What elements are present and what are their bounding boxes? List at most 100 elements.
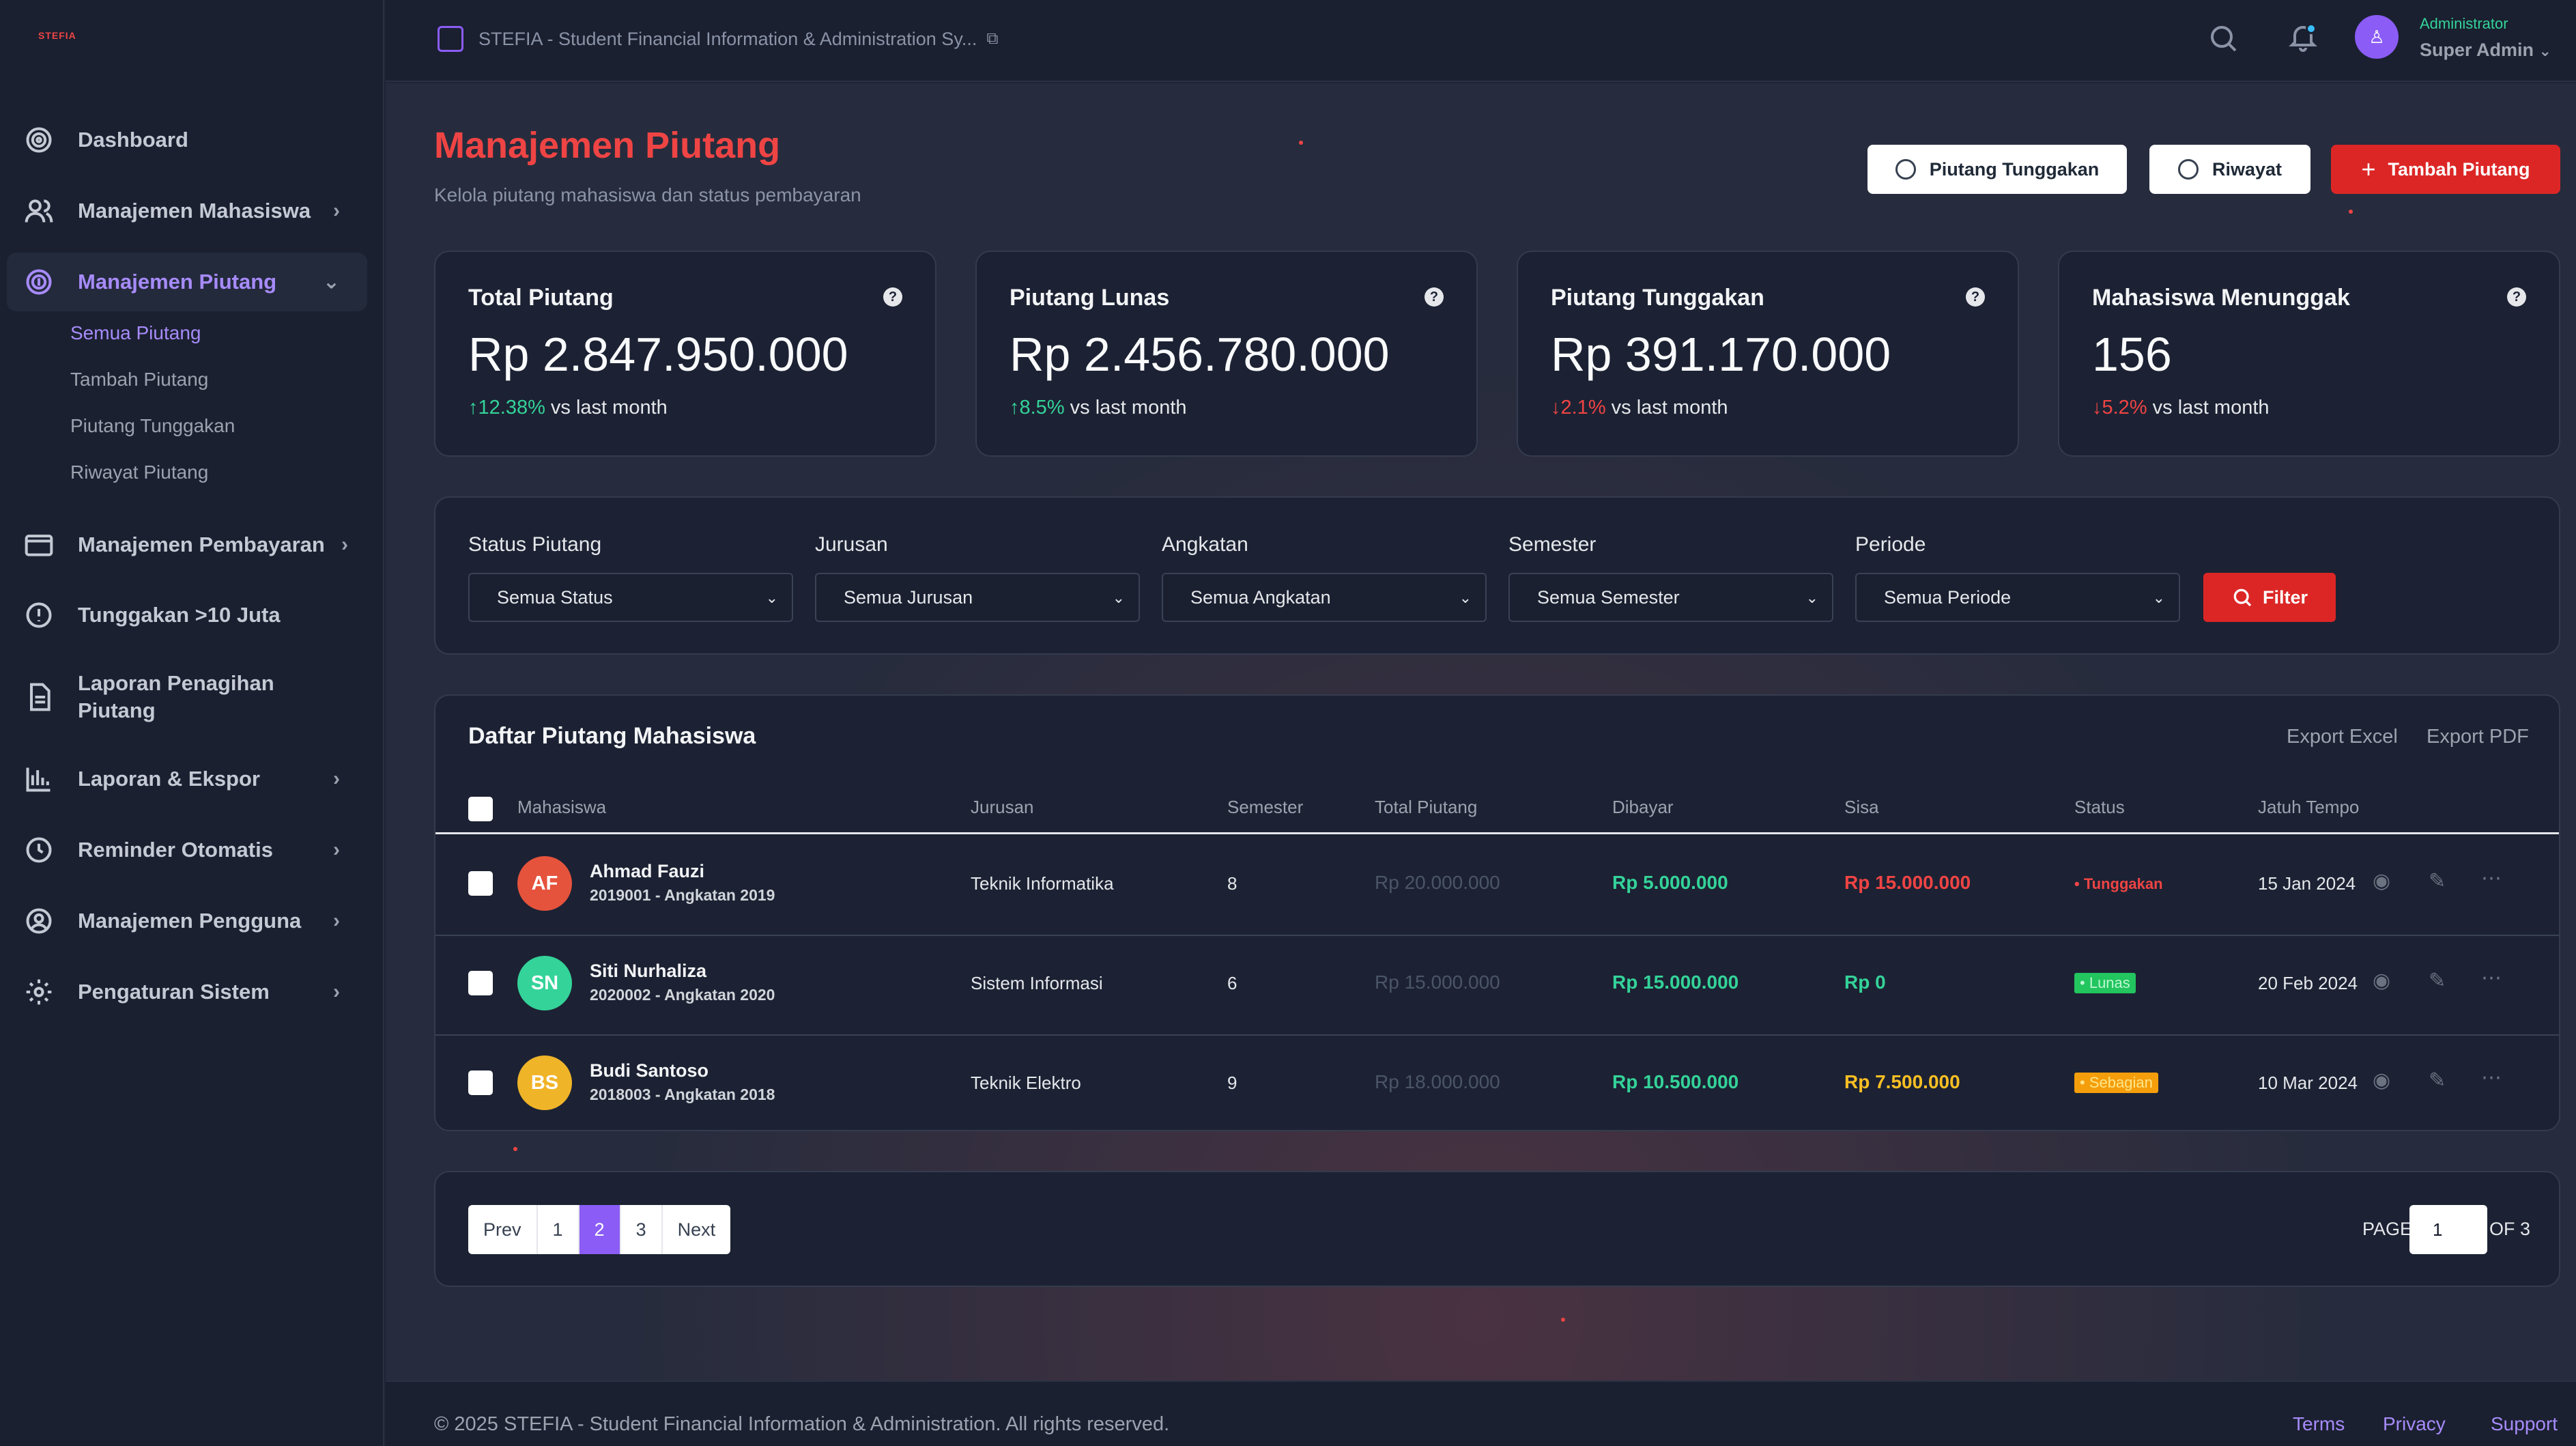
select-value: Semua Periode — [1884, 586, 2012, 608]
sidebar-item-label: Tunggakan >10 Juta — [78, 603, 281, 627]
sidebar-subitem-piutang-tunggakan[interactable]: Piutang Tunggakan — [70, 415, 235, 437]
select-value: Semua Status — [497, 586, 613, 608]
more-icon[interactable]: ⋯ — [2481, 866, 2502, 890]
select-all-checkbox[interactable] — [468, 797, 493, 821]
avatar: SN — [517, 956, 572, 1010]
sidebar-item-pengguna[interactable]: Manajemen Pengguna › — [7, 892, 367, 950]
edit-icon[interactable]: ✎ — [2429, 1068, 2446, 1092]
row-checkbox[interactable] — [468, 1071, 493, 1095]
sidebar-subitem-tambah-piutang[interactable]: Tambah Piutang — [70, 369, 208, 391]
support-link[interactable]: Support — [2491, 1413, 2558, 1435]
sidebar-subitem-riwayat-piutang[interactable]: Riwayat Piutang — [70, 462, 208, 483]
student-name[interactable]: Siti Nurhaliza — [590, 961, 706, 982]
notification-button[interactable] — [2287, 20, 2319, 53]
sidebar-subitem-semua-piutang[interactable]: Semua Piutang — [70, 322, 201, 344]
jurusan-select[interactable]: Semua Jurusan ⌄ — [815, 573, 1140, 622]
semester-cell: 8 — [1227, 873, 1237, 894]
help-icon[interactable]: ? — [883, 287, 902, 307]
angkatan-select[interactable]: Semua Angkatan ⌄ — [1162, 573, 1487, 622]
app-logo[interactable]: STEFIA — [38, 30, 76, 41]
notification-dot — [2306, 23, 2317, 34]
help-icon[interactable]: ? — [2507, 287, 2526, 307]
app-title-text: STEFIA - Student Financial Information &… — [478, 28, 977, 49]
more-icon[interactable]: ⋯ — [2481, 966, 2502, 990]
eye-icon[interactable]: ◉ — [2373, 969, 2390, 993]
sidebar-item-laporan-penagihan[interactable]: Laporan Penagihan Piutang — [7, 660, 367, 735]
eye-icon[interactable]: ◉ — [2373, 1068, 2390, 1092]
sidebar-item-dashboard[interactable]: Dashboard — [7, 111, 367, 169]
column-header[interactable]: Dibayar — [1612, 797, 1674, 818]
prev-page-button[interactable]: Prev — [468, 1205, 538, 1254]
row-checkbox[interactable] — [468, 871, 493, 896]
terms-link[interactable]: Terms — [2293, 1413, 2345, 1435]
sidebar-item-mahasiswa[interactable]: Manajemen Mahasiswa › — [7, 182, 367, 240]
eye-icon[interactable]: ◉ — [2373, 869, 2390, 893]
stat-label: Piutang Lunas — [1010, 285, 1170, 311]
piutang-tunggakan-button[interactable]: Piutang Tunggakan — [1867, 145, 2127, 194]
stat-card-piutang-tunggakan: Piutang Tunggakan ? Rp 391.170.000 ↓2.1%… — [1517, 251, 2019, 457]
dibayar-cell: Rp 15.000.000 — [1612, 972, 1739, 993]
student-name[interactable]: Budi Santoso — [590, 1060, 709, 1081]
column-header[interactable]: Total Piutang — [1375, 797, 1477, 818]
help-icon[interactable]: ? — [1966, 287, 1985, 307]
sidebar-item-reminder[interactable]: Reminder Otomatis › — [7, 821, 367, 879]
search-icon[interactable] — [2207, 22, 2239, 55]
total-cell: Rp 20.000.000 — [1375, 872, 1500, 893]
sidebar-item-pengaturan[interactable]: Pengaturan Sistem › — [7, 963, 367, 1021]
chevron-right-icon: › — [333, 199, 340, 222]
column-header[interactable]: Mahasiswa — [517, 797, 606, 818]
column-header[interactable]: Jatuh Tempo — [2258, 797, 2359, 818]
stat-value: Rp 391.170.000 — [1551, 328, 1891, 381]
page-3-button[interactable]: 3 — [621, 1205, 663, 1254]
edit-icon[interactable]: ✎ — [2429, 969, 2446, 993]
semester-select[interactable]: Semua Semester ⌄ — [1508, 573, 1833, 622]
periode-select[interactable]: Semua Periode ⌄ — [1855, 573, 2180, 622]
column-header[interactable]: Jurusan — [971, 797, 1034, 818]
next-page-button[interactable]: Next — [663, 1205, 731, 1254]
avatar[interactable]: ♙ — [2355, 15, 2399, 59]
page-number-input[interactable]: 1 — [2409, 1205, 2487, 1254]
page-title: Manajemen Piutang — [434, 125, 781, 166]
topbar: STEFIA - Student Financial Information &… — [386, 0, 2576, 82]
column-header[interactable]: Sisa — [1844, 797, 1879, 818]
status-select[interactable]: Semua Status ⌄ — [468, 573, 793, 622]
chevron-down-icon: ⌄ — [765, 589, 778, 606]
sidebar-item-piutang[interactable]: Manajemen Piutang ⌄ — [7, 253, 367, 311]
user-menu[interactable]: Super Admin ⌄ — [2420, 40, 2551, 61]
filter-button[interactable]: Filter — [2203, 573, 2336, 622]
row-divider — [435, 1034, 2559, 1036]
sidebar-item-tunggakan[interactable]: Tunggakan >10 Juta — [7, 586, 367, 644]
page-subtitle: Kelola piutang mahasiswa dan status pemb… — [434, 184, 861, 205]
due-date-cell: 10 Mar 2024 — [2258, 1073, 2358, 1093]
page-1-button[interactable]: 1 — [538, 1205, 579, 1254]
tambah-piutang-button[interactable]: + Tambah Piutang — [2331, 145, 2560, 194]
sidebar: STEFIA Dashboard Manajemen Mahasiswa › M… — [0, 0, 384, 1446]
bar-chart-icon — [23, 763, 55, 795]
column-header[interactable]: Semester — [1227, 797, 1303, 818]
export-excel-button[interactable]: Export Excel — [2287, 726, 2398, 748]
stat-value: 156 — [2092, 328, 2172, 381]
sidebar-item-laporan-ekspor[interactable]: Laporan & Ekspor › — [7, 750, 367, 808]
help-icon[interactable]: ? — [1425, 287, 1444, 307]
chevron-down-icon: ⌄ — [1805, 589, 1818, 606]
column-header[interactable]: Status — [2074, 797, 2125, 818]
stat-suffix: vs last month — [2152, 397, 2270, 419]
chevron-down-icon: ⌄ — [2538, 42, 2551, 59]
sidebar-item-pembayaran[interactable]: Manajemen Pembayaran › — [7, 515, 367, 574]
jurusan-cell: Sistem Informasi — [971, 973, 1103, 993]
edit-icon[interactable]: ✎ — [2429, 869, 2446, 893]
more-icon[interactable]: ⋯ — [2481, 1066, 2502, 1090]
page-2-button[interactable]: 2 — [579, 1205, 621, 1254]
money-circle-icon — [23, 266, 55, 298]
chevron-right-icon: › — [341, 533, 348, 556]
filter-label-periode: Periode — [1855, 533, 1926, 556]
user-role: Administrator — [2420, 15, 2508, 32]
row-checkbox[interactable] — [468, 971, 493, 995]
privacy-link[interactable]: Privacy — [2383, 1413, 2446, 1435]
student-name[interactable]: Ahmad Fauzi — [590, 861, 704, 882]
export-pdf-button[interactable]: Export PDF — [2427, 726, 2529, 748]
copyright: © 2025 STEFIA - Student Financial Inform… — [434, 1413, 1170, 1435]
avatar: BS — [517, 1055, 572, 1110]
riwayat-button[interactable]: Riwayat — [2149, 145, 2310, 194]
external-link-icon[interactable]: ⧉ — [986, 29, 998, 48]
